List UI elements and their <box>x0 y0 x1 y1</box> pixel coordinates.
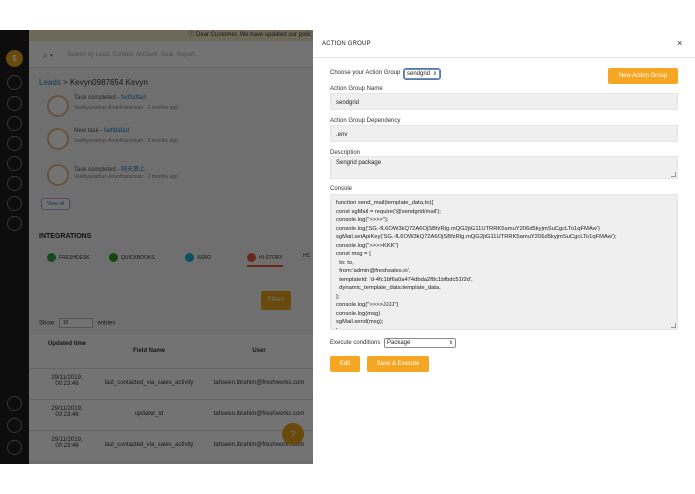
view-all-button[interactable]: View all <box>41 198 71 210</box>
timeline-item: Task completed - fedfsdfad Vaidhyanathan… <box>41 93 301 119</box>
task-icon <box>47 164 69 186</box>
column-updated-time[interactable]: Updated time <box>47 341 87 347</box>
action-group-dependency-label: Action Group Dependency <box>330 118 401 124</box>
history-table: Updated time Field Name User 29/11/2019,… <box>29 335 313 462</box>
column-field-name[interactable]: Field Name <box>119 348 179 354</box>
calendar-icon[interactable] <box>7 156 22 171</box>
history-icon <box>247 253 256 262</box>
page-size-control: Show 10 entries <box>39 318 116 328</box>
edit-button[interactable]: Edit <box>330 356 360 372</box>
tab-quickbooks[interactable]: QUICKBOOKS <box>109 253 155 262</box>
action-group-dependency-field[interactable]: .env <box>330 125 678 142</box>
app-logo-icon[interactable]: $ <box>6 50 23 67</box>
tab-freshdesk[interactable]: FRESHDESK <box>47 253 90 262</box>
timeline-item: New task - fadfdafad Vaidhyanathan Anant… <box>41 126 301 152</box>
apps-grid-icon[interactable] <box>7 440 22 455</box>
notice-banner: ⓘ Dear Customer, We have updated our pol… <box>29 30 313 41</box>
tab-more[interactable]: HC <box>303 253 310 259</box>
freshdesk-icon <box>47 253 56 262</box>
bottom-margin <box>0 464 695 494</box>
breadcrumb: Leads > Kevyn0987654 Kevyn <box>39 78 148 87</box>
search-icon: ⌕ ▾ <box>43 51 54 60</box>
table-header-row: Updated time Field Name User <box>29 335 313 369</box>
quickbooks-icon <box>109 253 118 262</box>
global-search-bar[interactable]: ⌕ ▾ Search by Lead, Contact, Account, De… <box>29 41 313 68</box>
action-group-select[interactable]: sendgrid ⇕ <box>403 68 441 80</box>
contacts-icon[interactable] <box>7 96 22 111</box>
console-editor[interactable]: function send_mail(template_data,to){ co… <box>330 194 678 330</box>
panel-title: ACTION GROUP <box>322 41 371 47</box>
close-icon[interactable]: × <box>677 38 682 48</box>
resize-grip-icon[interactable] <box>671 172 676 177</box>
panel-header: ACTION GROUP × <box>313 30 695 58</box>
task-icon <box>47 128 69 150</box>
table-row: 29/11/2019, 00:23:46 updater_id tahseen.… <box>29 400 313 431</box>
lead-detail-page: ⌕ ▾ Search by Lead, Contact, Account, De… <box>29 41 313 464</box>
save-execute-button[interactable]: Save & Execute <box>367 356 429 372</box>
column-user[interactable]: User <box>229 348 289 354</box>
xero-icon <box>185 253 194 262</box>
choose-action-group-label: Choose your Action Group <box>330 70 401 76</box>
reports-icon[interactable] <box>7 196 22 211</box>
chat-icon[interactable] <box>7 418 22 433</box>
console-label: Console <box>330 186 353 192</box>
task-icon <box>47 95 69 117</box>
action-group-name-label: Action Group Name <box>330 86 383 92</box>
tab-history[interactable]: HI-STORY <box>247 253 283 267</box>
breadcrumb-leads[interactable]: Leads <box>39 78 61 87</box>
breadcrumb-current: Kevyn0987654 Kevyn <box>69 78 148 87</box>
search-input[interactable]: Search by Lead, Contact, Account, Deal, … <box>67 52 195 58</box>
page-size-select[interactable]: 10 <box>58 318 93 328</box>
action-group-name-field[interactable]: sendgrid <box>330 93 678 110</box>
left-sidebar: $ <box>0 30 29 464</box>
execute-conditions-label: Execute conditions <box>330 340 381 346</box>
tab-xero[interactable]: XERO <box>185 253 211 262</box>
resize-grip-icon[interactable] <box>671 323 676 328</box>
select-arrows-icon: ⇕ <box>448 340 453 346</box>
accounts-icon[interactable] <box>7 136 22 151</box>
help-bubble-button[interactable]: ? <box>282 423 304 445</box>
table-row: 29/11/2019, 00:23:46 last_contacted_via_… <box>29 431 313 462</box>
settings-icon[interactable] <box>7 216 22 231</box>
deals-icon[interactable] <box>7 116 22 131</box>
phone-icon[interactable] <box>7 176 22 191</box>
filters-button[interactable]: Filters <box>261 291 291 310</box>
table-row: 29/11/2019, 00:23:46 last_contacted_via_… <box>29 369 313 400</box>
integrations-heading: INTEGRATIONS <box>39 233 92 240</box>
dashboard-icon[interactable] <box>7 75 22 90</box>
new-action-group-button[interactable]: New Action Group <box>608 68 678 84</box>
select-arrows-icon: ⇕ <box>432 71 437 77</box>
description-field[interactable]: Sengrid package <box>330 156 678 179</box>
help-icon[interactable] <box>7 396 22 411</box>
timeline-item: Task completed - 純天第上 Vaidhyanathan Anan… <box>41 162 301 188</box>
integration-tabs: FRESHDESK QUICKBOOKS XERO HI-STORY HC <box>39 253 313 269</box>
action-group-panel: ACTION GROUP × Choose your Action Group … <box>313 30 695 464</box>
execute-conditions-select[interactable]: Package ⇕ <box>384 338 456 348</box>
